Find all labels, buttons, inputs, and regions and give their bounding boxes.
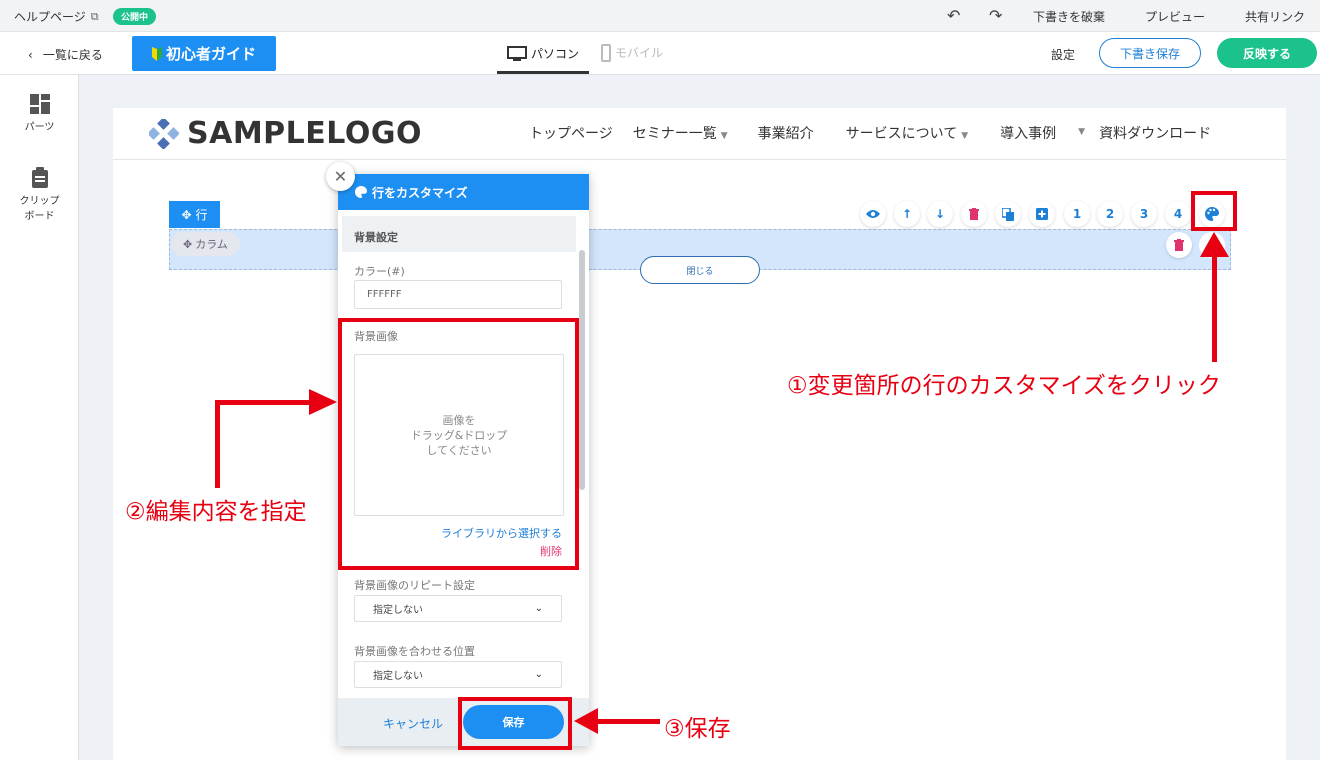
annotation-step-3: ③保存 [664,716,731,742]
arrow-1-shaft [1212,256,1217,362]
arrow-1-head [1200,232,1229,257]
arrow-2-shaft-v [215,400,220,488]
annotation-step-2: ②編集内容を指定 [125,499,307,525]
arrow-2-shaft-h [215,400,311,405]
arrow-3-head [574,708,598,734]
arrow-2-head [309,389,337,415]
annotation-step-1: ①変更箇所の行のカスタマイズをクリック [787,373,1221,399]
arrow-3-shaft [596,719,660,724]
